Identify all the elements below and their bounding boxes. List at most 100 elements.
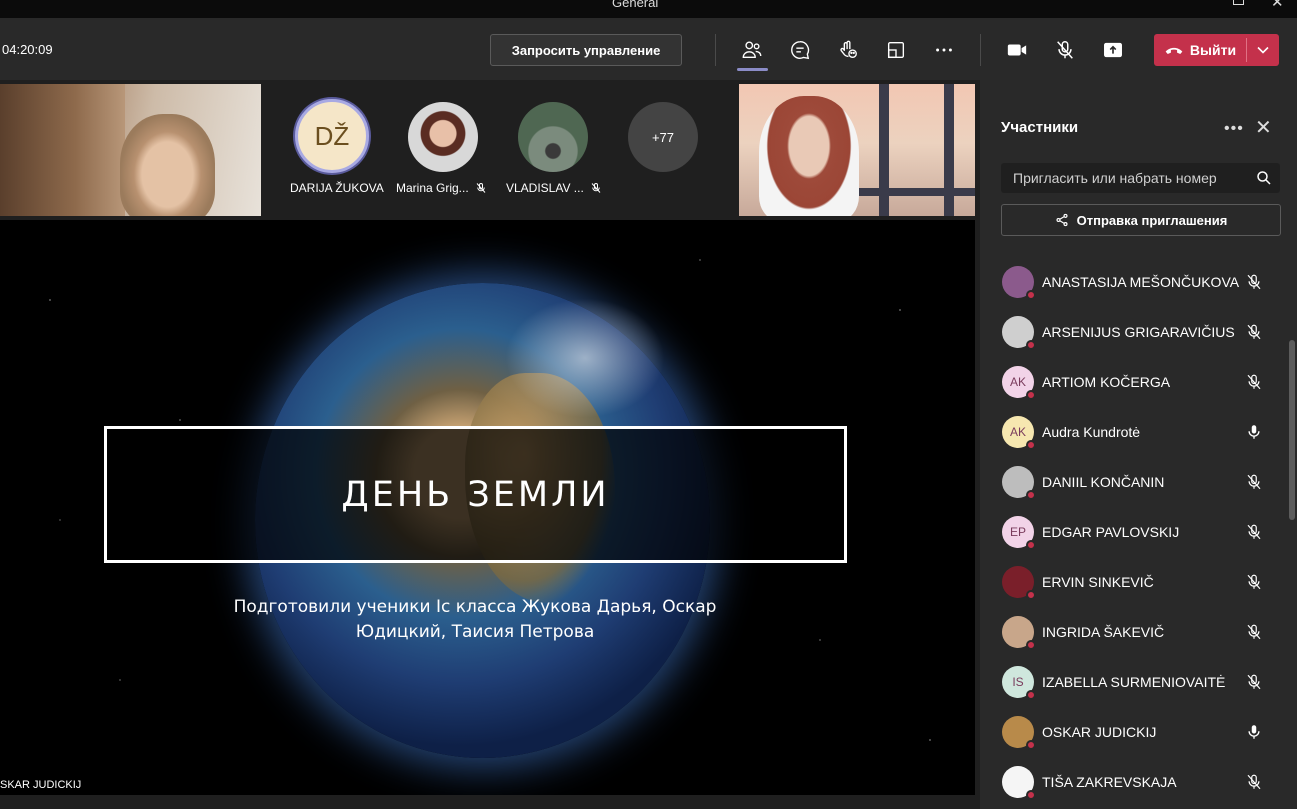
mic-off-icon[interactable]	[1245, 373, 1263, 391]
avatar	[1002, 766, 1036, 800]
avatar[interactable]: DŽ	[295, 99, 369, 173]
scrollbar[interactable]	[1289, 340, 1295, 520]
participant-name: ARSENIJUS GRIGARAVIČIUS	[1042, 324, 1235, 340]
avatar: AK	[1002, 416, 1036, 450]
mic-off-icon	[476, 183, 486, 193]
avatar[interactable]	[408, 102, 478, 172]
mic-off-icon[interactable]	[1245, 323, 1263, 341]
avatar	[1002, 266, 1036, 300]
list-item[interactable]: AK ARTIOM KOČERGA	[980, 357, 1285, 407]
shared-screen: ДЕНЬ ЗЕМЛИ Подготовили ученики Ic класса…	[0, 220, 975, 795]
participant-name-label: DARIJA ŽUKOVA	[290, 181, 384, 195]
list-item[interactable]: TIŠA ZAKREVSKAJA	[980, 757, 1285, 807]
leave-main-action[interactable]: Выйти	[1154, 34, 1246, 66]
invite-search-input[interactable]	[1001, 163, 1280, 193]
list-item[interactable]: INGRIDA ŠAKEVIČ	[980, 607, 1285, 657]
participant-name: IZABELLA SURMENIOVAITĖ	[1042, 674, 1226, 690]
avatar-initials: DŽ	[314, 120, 350, 151]
mic-icon[interactable]	[1245, 423, 1263, 441]
share-icon	[1056, 213, 1068, 227]
participant-list: ANASTASIJA MEŠONČUKOVA ARSENIJUS GRIGARAV…	[980, 257, 1285, 807]
mic-off-icon[interactable]	[1049, 34, 1081, 66]
participant-video-tile[interactable]	[739, 84, 975, 216]
title-bar: General ✕	[0, 0, 1297, 18]
avatar: AK	[1002, 366, 1036, 400]
list-item[interactable]: IS IZABELLA SURMENIOVAITĖ	[980, 657, 1285, 707]
list-item[interactable]: ANASTASIJA MEŠONČUKOVA	[980, 257, 1285, 307]
breakout-rooms-icon[interactable]	[880, 34, 912, 66]
list-item[interactable]: ARSENIJUS GRIGARAVIČIUS	[980, 307, 1285, 357]
participant-video	[759, 96, 859, 216]
earth-clouds	[505, 298, 665, 418]
avatar	[1002, 466, 1036, 500]
mic-off-icon[interactable]	[1245, 473, 1263, 491]
avatar	[1002, 566, 1036, 600]
leave-label: Выйти	[1189, 42, 1237, 58]
video-background	[0, 84, 125, 216]
search-icon[interactable]	[1255, 169, 1273, 187]
camera-icon[interactable]	[1001, 34, 1033, 66]
request-control-button[interactable]: Запросить управление	[490, 34, 682, 66]
share-invite-label: Отправка приглашения	[1076, 212, 1228, 228]
avatar-initials: IS	[1012, 675, 1024, 689]
participant-name: TIŠA ZAKREVSKAJA	[1042, 774, 1177, 790]
more-options-icon[interactable]: •••	[1224, 120, 1244, 138]
window-title: General	[612, 0, 659, 10]
mic-off-icon[interactable]	[1245, 273, 1263, 291]
chat-icon[interactable]	[784, 34, 816, 66]
avatar	[1002, 616, 1036, 650]
video-strip: DŽ DARIJA ŽUKOVA Marina Grig... VLADISLA…	[0, 80, 980, 220]
video-background	[879, 84, 889, 216]
participant-name: Marina Grig...	[396, 181, 487, 195]
share-screen-icon[interactable]	[1097, 34, 1129, 66]
leave-button[interactable]: Выйти	[1154, 34, 1279, 66]
participant-video	[120, 114, 215, 216]
participant-name: INGRIDA ŠAKEVIČ	[1042, 624, 1165, 640]
participant-name: DANIIL KONČANIN	[1042, 474, 1165, 490]
maximize-icon[interactable]	[1233, 0, 1244, 5]
more-participants-button[interactable]: +77	[628, 102, 698, 172]
reactions-icon[interactable]	[832, 34, 864, 66]
list-item[interactable]: EP EDGAR PAVLOVSKIJ	[980, 507, 1285, 557]
avatar-initials: AK	[1009, 425, 1026, 439]
participant-name: ANASTASIJA MEŠONČUKOVA	[1042, 274, 1240, 290]
avatar[interactable]	[518, 102, 588, 172]
presenter-name: SKAR JUDICKIJ	[0, 779, 82, 791]
presence-dot	[1026, 590, 1036, 600]
list-item[interactable]: ERVIN SINKEVIČ	[980, 557, 1285, 607]
participant-video-tile[interactable]	[0, 84, 261, 216]
avatar-initials: EP	[1009, 525, 1026, 539]
close-icon[interactable]: ✕	[1255, 115, 1272, 140]
mic-off-icon[interactable]	[1245, 523, 1263, 541]
video-background	[944, 84, 954, 216]
presence-dot	[1026, 440, 1036, 450]
mic-off-icon[interactable]	[1245, 623, 1263, 641]
video-background	[849, 188, 975, 196]
mic-off-icon[interactable]	[1245, 673, 1263, 691]
mic-off-icon[interactable]	[1245, 573, 1263, 591]
chevron-down-icon[interactable]	[1247, 34, 1279, 66]
participant-name: VLADISLAV ...	[506, 181, 602, 195]
share-invite-button[interactable]: Отправка приглашения	[1001, 204, 1281, 236]
people-icon[interactable]	[736, 34, 768, 66]
avatar	[1002, 716, 1036, 750]
more-options-icon[interactable]	[928, 34, 960, 66]
mic-off-icon[interactable]	[1245, 773, 1263, 791]
hangup-icon	[1165, 47, 1183, 54]
presence-dot	[1026, 340, 1036, 350]
mic-off-icon	[591, 183, 601, 193]
avatar	[1002, 316, 1036, 350]
participants-panel: Участники ••• ✕ Отправка приглашения ANA…	[980, 80, 1297, 809]
slide-title: ДЕНЬ ЗЕМЛИ	[341, 474, 610, 515]
list-item[interactable]: DANIIL KONČANIN	[980, 457, 1285, 507]
participant-name: Audra Kundrotė	[1042, 424, 1141, 440]
participant-name: OSKAR JUDICKIJ	[1042, 724, 1157, 740]
mic-icon[interactable]	[1245, 723, 1263, 741]
list-item[interactable]: AK Audra Kundrotė	[980, 407, 1285, 457]
avatar-initials: AK	[1009, 375, 1026, 389]
window-close-icon[interactable]: ✕	[1271, 0, 1284, 11]
list-item[interactable]: OSKAR JUDICKIJ	[980, 707, 1285, 757]
participant-name: ARTIOM KOČERGA	[1042, 374, 1171, 390]
slide-subtitle: Подготовили ученики Ic класса Жукова Дар…	[233, 597, 717, 642]
participant-name: EDGAR PAVLOVSKIJ	[1042, 524, 1180, 540]
